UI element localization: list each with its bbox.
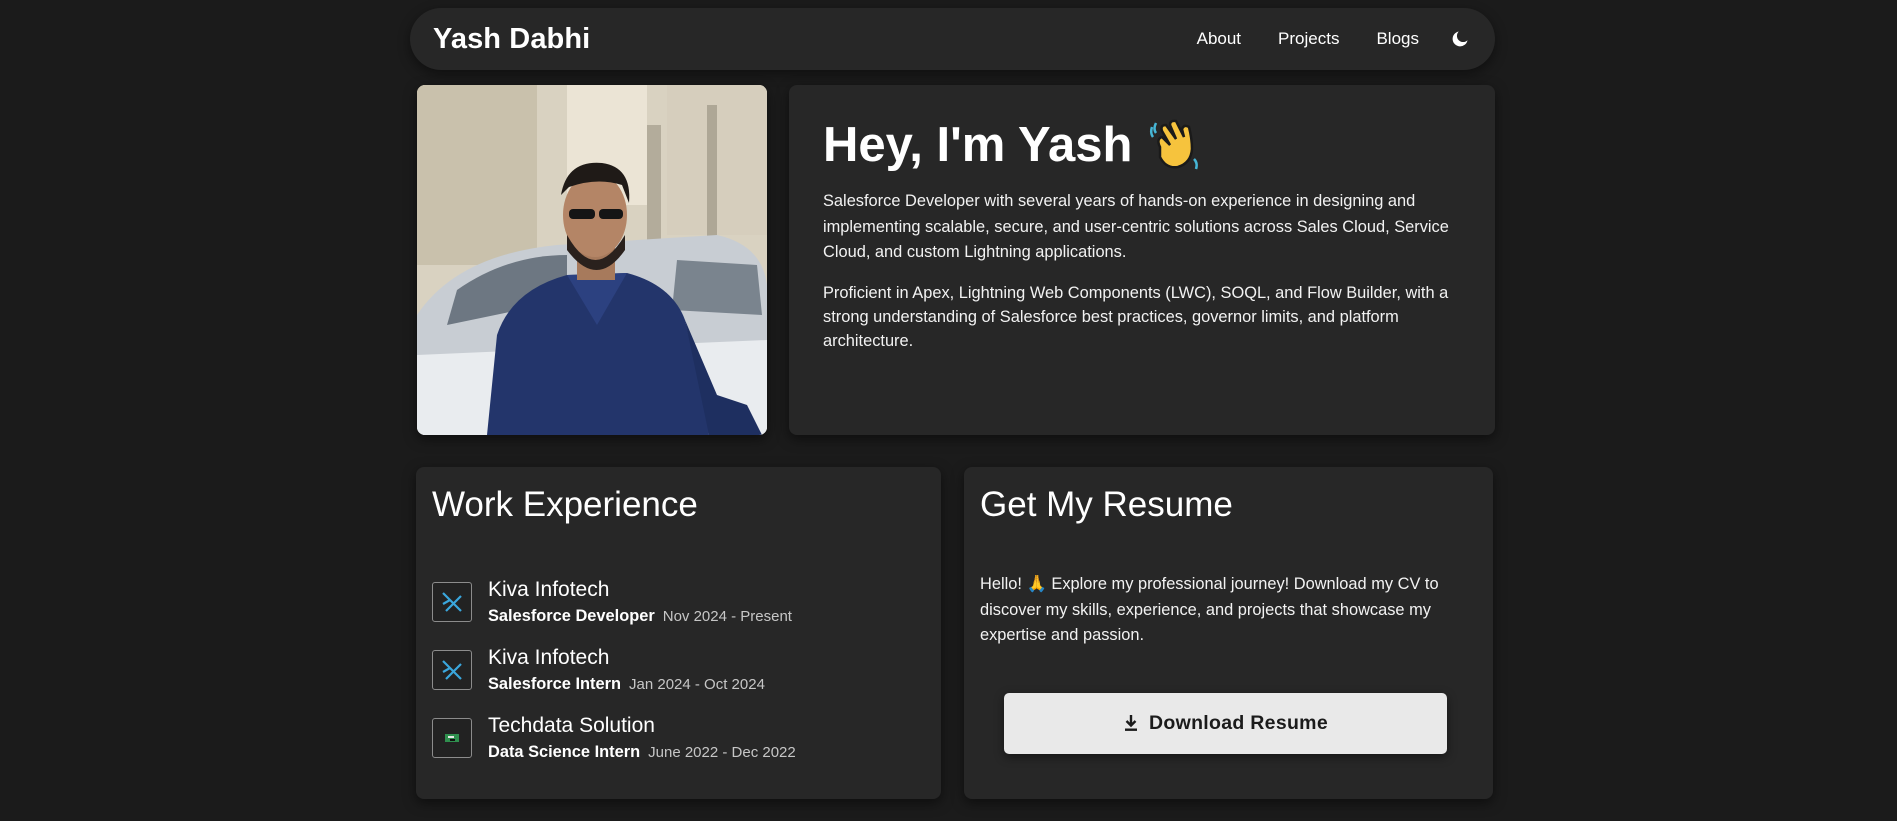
profile-photo	[417, 85, 767, 435]
job-dates: June 2022 - Dec 2022	[648, 744, 796, 761]
job-role: Salesforce Intern	[488, 675, 621, 693]
download-icon	[1125, 715, 1138, 731]
resume-title: Get My Resume	[980, 485, 1233, 524]
theme-toggle-button[interactable]	[1449, 28, 1471, 50]
download-resume-label: Download Resume	[1149, 711, 1328, 734]
kiva-infotech-logo-icon	[432, 650, 472, 690]
work-experience-title: Work Experience	[432, 485, 698, 524]
nav-link-about[interactable]: About	[1197, 29, 1241, 49]
job-dates: Jan 2024 - Oct 2024	[629, 676, 765, 693]
kiva-infotech-logo-icon	[432, 582, 472, 622]
job-role: Salesforce Developer	[488, 607, 655, 625]
intro-title: Hey, I'm Yash	[823, 118, 1133, 172]
job-item: Techdata Solution Data Science Intern Ju…	[432, 713, 925, 762]
nav-links: About Projects Blogs	[1197, 28, 1471, 50]
brand-name[interactable]: Yash Dabhi	[433, 23, 590, 56]
intro-card: Hey, I'm Yash Salesforce Developer with …	[789, 85, 1495, 435]
bio-paragraph-1: Salesforce Developer with several years …	[823, 192, 1449, 261]
job-item: Kiva Infotech Salesforce Intern Jan 2024…	[432, 645, 925, 694]
nav-link-projects[interactable]: Projects	[1278, 29, 1339, 49]
job-role: Data Science Intern	[488, 743, 641, 761]
download-resume-button[interactable]: Download Resume	[1004, 692, 1447, 754]
moon-icon	[1452, 31, 1468, 47]
intro-heading: Hey, I'm Yash	[823, 115, 1461, 175]
resume-card: Get My Resume Hello! 🙏 Explore my profes…	[964, 467, 1493, 799]
job-company: Techdata Solution	[488, 714, 655, 737]
resume-description: Hello! 🙏 Explore my professional journey…	[980, 575, 1439, 644]
bio-paragraph-2: Proficient in Apex, Lightning Web Compon…	[823, 283, 1449, 350]
nav-link-blogs[interactable]: Blogs	[1376, 29, 1419, 49]
job-dates: Nov 2024 - Present	[662, 608, 792, 625]
job-item: Kiva Infotech Salesforce Developer Nov 2…	[432, 577, 925, 626]
work-experience-card: Work Experience Kiva Infotech Salesforce…	[416, 467, 941, 799]
profile-photo-illustration	[417, 85, 767, 435]
bottom-section: Work Experience Kiva Infotech Salesforce…	[410, 467, 1495, 799]
job-company: Kiva Infotech	[488, 578, 610, 601]
techdata-logo-icon	[432, 718, 472, 758]
hero-section: Hey, I'm Yash Salesforce Developer with …	[410, 85, 1495, 435]
page: Yash Dabhi About Projects Blogs Hey, I'm…	[410, 8, 1495, 799]
job-company: Kiva Infotech	[488, 646, 610, 669]
waving-hand-icon	[1150, 119, 1199, 170]
job-list: Kiva Infotech Salesforce Developer Nov 2…	[432, 577, 925, 762]
navbar: Yash Dabhi About Projects Blogs	[410, 8, 1495, 70]
